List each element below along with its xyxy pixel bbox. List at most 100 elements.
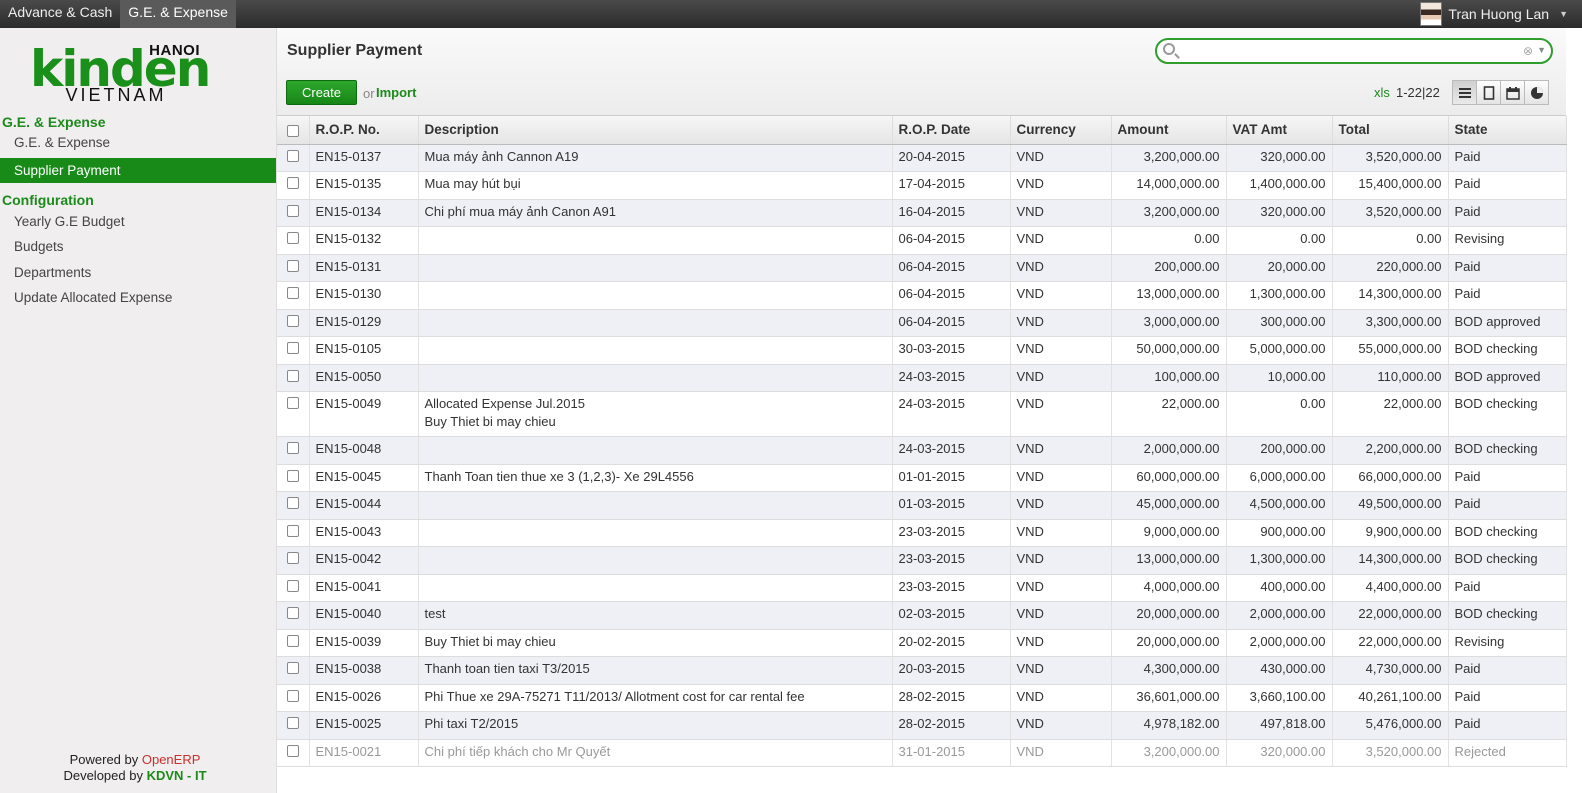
table-row[interactable]: EN15-0134 Chi phí mua máy ảnh Canon A91 16… <box>277 199 1567 227</box>
openerp-link[interactable]: OpenERP <box>142 752 201 767</box>
row-checkbox[interactable] <box>277 656 310 685</box>
import-link[interactable]: Import <box>376 85 416 100</box>
cell-total: 2,200,000.00 <box>1332 436 1449 465</box>
cell-currency: VND <box>1010 739 1112 767</box>
row-checkbox[interactable] <box>277 226 310 255</box>
table-row[interactable]: EN15-0135 Mua may hút bụi 17-04-2015 VND 14,… <box>277 171 1567 200</box>
row-checkbox[interactable] <box>277 519 310 547</box>
cell-rop-date: 01-01-2015 <box>892 464 1011 492</box>
table-row[interactable]: EN15-0039 Buy Thiet bi may chieu 20-02-201… <box>277 629 1567 657</box>
logo-top: HANOI <box>149 42 200 59</box>
graph-view-button[interactable] <box>1524 80 1549 105</box>
cell-currency: VND <box>1010 336 1112 365</box>
cell-rop-no: EN15-0134 <box>309 199 419 227</box>
sidebar-item-budgets[interactable]: Budgets <box>0 234 276 259</box>
cell-rop-no: EN15-0048 <box>309 436 419 465</box>
table-row[interactable]: EN15-0025 Phi taxi T2/2015 28-02-2015 VND 4,… <box>277 711 1567 740</box>
table-row[interactable]: EN15-0040 test 02-03-2015 VND 20,000,000.00 2… <box>277 601 1567 630</box>
cell-vat-amt: 5,000,000.00 <box>1226 336 1333 365</box>
table-row[interactable]: EN15-0045 Thanh Toan tien thue xe 3 (1,2,… <box>277 464 1567 492</box>
cell-vat-amt: 900,000.00 <box>1226 519 1333 547</box>
select-all-checkbox[interactable] <box>277 116 310 145</box>
row-checkbox[interactable] <box>277 436 310 465</box>
cell-rop-no: EN15-0041 <box>309 574 419 602</box>
kdvn-link[interactable]: KDVN - IT <box>147 768 207 783</box>
row-checkbox[interactable] <box>277 546 310 575</box>
table-row[interactable]: EN15-0038 Thanh toan tien taxi T3/2015 20-… <box>277 656 1567 685</box>
user-menu[interactable]: Tran Huong Lan ▼ <box>1420 0 1568 28</box>
row-checkbox[interactable] <box>277 199 310 227</box>
row-checkbox[interactable] <box>277 574 310 602</box>
cell-description <box>418 574 893 602</box>
table-row[interactable]: EN15-0042 23-03-2015 VND 13,000,000.00 1,300… <box>277 546 1567 575</box>
row-checkbox[interactable] <box>277 144 310 172</box>
column-header-total[interactable]: Total <box>1332 116 1449 145</box>
table-row[interactable]: EN15-0044 01-03-2015 VND 45,000,000.00 4,500… <box>277 491 1567 520</box>
column-header-description[interactable]: Description <box>418 116 893 145</box>
cell-total: 3,520,000.00 <box>1332 199 1449 227</box>
sidebar-item-update-allocated-expense[interactable]: Update Allocated Expense <box>0 285 276 310</box>
table-row[interactable]: EN15-0048 24-03-2015 VND 2,000,000.00 200,00… <box>277 436 1567 465</box>
row-checkbox[interactable] <box>277 336 310 365</box>
table-row[interactable]: EN15-0130 06-04-2015 VND 13,000,000.00 1,300… <box>277 281 1567 310</box>
form-view-button[interactable] <box>1476 80 1501 105</box>
cell-description: Buy Thiet bi may chieu <box>418 629 893 657</box>
sidebar-item-departments[interactable]: Departments <box>0 260 276 285</box>
sidebar-item-ge-expense[interactable]: G.E. & Expense <box>0 130 276 155</box>
row-checkbox[interactable] <box>277 711 310 740</box>
search-input[interactable]: ⊗ ▼ <box>1155 38 1553 64</box>
table-row[interactable]: EN15-0021 Chi phí tiếp khách cho Mr Quyết… <box>277 739 1567 767</box>
table-row[interactable]: EN15-0137 Mua máy ảnh Cannon A19 20-04-201… <box>277 144 1567 172</box>
row-checkbox[interactable] <box>277 309 310 337</box>
cell-rop-no: EN15-0042 <box>309 546 419 575</box>
table-row[interactable]: EN15-0043 23-03-2015 VND 9,000,000.00 900,00… <box>277 519 1567 547</box>
row-checkbox[interactable] <box>277 364 310 392</box>
cell-rop-date: 24-03-2015 <box>892 436 1011 465</box>
table-row[interactable]: EN15-0132 06-04-2015 VND 0.00 0.00 0.00 Revisi… <box>277 226 1567 255</box>
row-checkbox[interactable] <box>277 171 310 200</box>
table-row[interactable]: EN15-0050 24-03-2015 VND 100,000.00 10,000.0… <box>277 364 1567 392</box>
row-checkbox[interactable] <box>277 739 310 767</box>
row-checkbox[interactable] <box>277 684 310 712</box>
cell-description <box>418 491 893 520</box>
calendar-view-button[interactable] <box>1500 80 1525 105</box>
row-checkbox[interactable] <box>277 464 310 492</box>
table-row[interactable]: EN15-0041 23-03-2015 VND 4,000,000.00 400,00… <box>277 574 1567 602</box>
clear-icon[interactable]: ⊗ <box>1523 44 1533 58</box>
column-header-currency[interactable]: Currency <box>1010 116 1112 145</box>
row-checkbox[interactable] <box>277 491 310 520</box>
cell-description <box>418 281 893 310</box>
column-header-vat-amt[interactable]: VAT Amt <box>1226 116 1333 145</box>
chevron-down-icon: ▼ <box>1559 9 1568 19</box>
cell-state: BOD checking <box>1448 546 1567 575</box>
column-header-state[interactable]: State <box>1448 116 1567 145</box>
column-header-amount[interactable]: Amount <box>1111 116 1227 145</box>
table-row[interactable]: EN15-0026 Phi Thue xe 29A-75271 T11/2013/… <box>277 684 1567 712</box>
table-row[interactable]: EN15-0049 Allocated Expense Jul.2015 Buy T… <box>277 391 1567 437</box>
powered-prefix: Powered by <box>69 752 142 767</box>
cell-total: 0.00 <box>1332 226 1449 255</box>
table-row[interactable]: EN15-0129 06-04-2015 VND 3,000,000.00 300,00… <box>277 309 1567 337</box>
cell-total: 22,000.00 <box>1332 391 1449 437</box>
top-menu-ge-expense[interactable]: G.E. & Expense <box>120 0 236 28</box>
table-row[interactable]: EN15-0131 06-04-2015 VND 200,000.00 20,000.0… <box>277 254 1567 282</box>
pager[interactable]: 1-22|22 <box>1396 85 1440 100</box>
row-checkbox[interactable] <box>277 281 310 310</box>
company-logo[interactable]: kinden HANOI VIETNAM <box>30 42 211 104</box>
top-menu-advance-cash[interactable]: Advance & Cash <box>0 0 120 28</box>
sidebar-item-yearly-budget[interactable]: Yearly G.E Budget <box>0 209 276 234</box>
export-xls-link[interactable]: xls <box>1374 85 1390 100</box>
row-checkbox[interactable] <box>277 254 310 282</box>
create-button[interactable]: Create <box>286 80 357 105</box>
chevron-down-icon[interactable]: ▼ <box>1537 45 1546 55</box>
cell-rop-no: EN15-0105 <box>309 336 419 365</box>
row-checkbox[interactable] <box>277 629 310 657</box>
column-header-rop-date[interactable]: R.O.P. Date <box>892 116 1011 145</box>
cell-currency: VND <box>1010 491 1112 520</box>
sidebar-item-supplier-payment[interactable]: Supplier Payment <box>0 158 276 183</box>
list-view-button[interactable] <box>1452 80 1477 105</box>
row-checkbox[interactable] <box>277 391 310 437</box>
column-header-rop-no[interactable]: R.O.P. No. <box>309 116 419 145</box>
row-checkbox[interactable] <box>277 601 310 630</box>
table-row[interactable]: EN15-0105 30-03-2015 VND 50,000,000.00 5,000… <box>277 336 1567 365</box>
